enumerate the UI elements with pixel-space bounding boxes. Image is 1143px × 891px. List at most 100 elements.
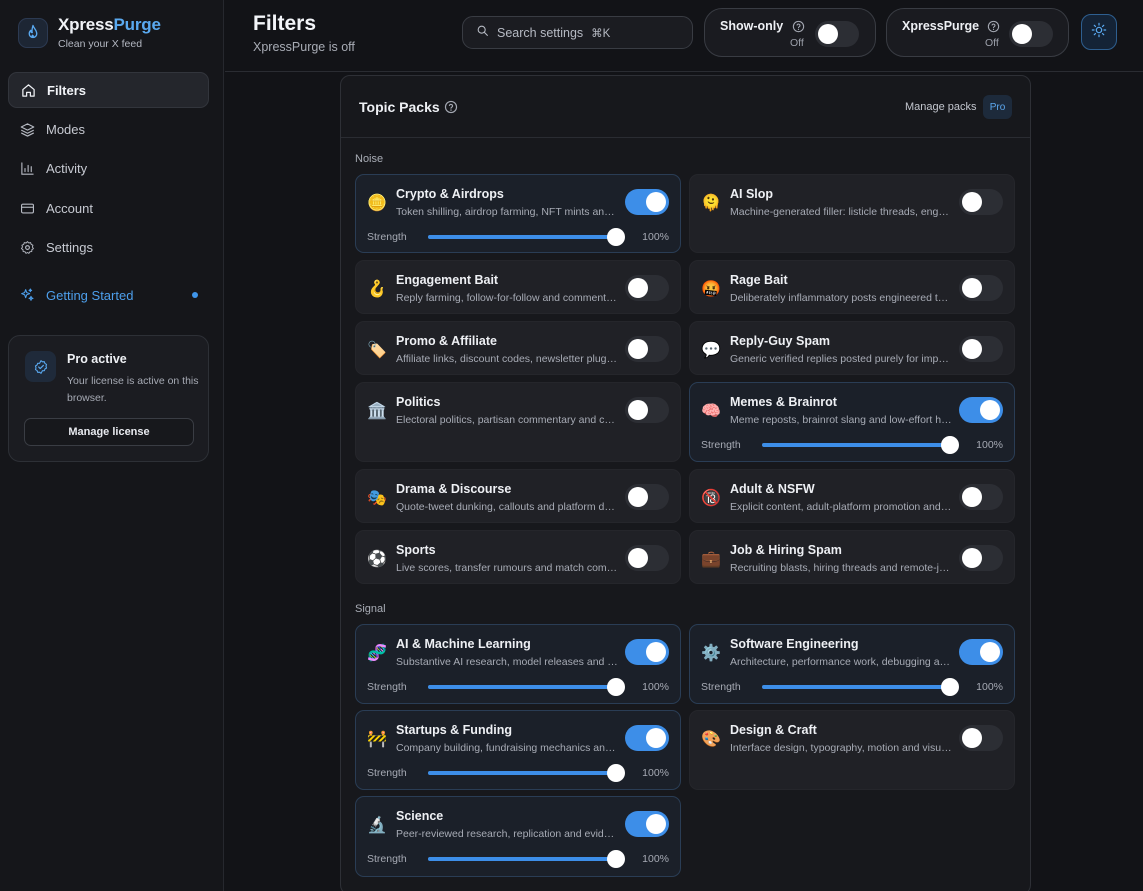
strength-slider-handle[interactable] xyxy=(941,678,959,696)
strength-slider[interactable] xyxy=(428,678,625,696)
strength-fill xyxy=(428,857,616,861)
help-icon[interactable] xyxy=(987,20,1000,33)
strength-label: Strength xyxy=(367,767,407,779)
strength-label: Strength xyxy=(367,681,407,693)
xpresspurge-state: Off xyxy=(985,37,999,49)
strength-slider-handle[interactable] xyxy=(607,228,625,246)
aislop-emoji-icon: 🫠 xyxy=(701,195,721,212)
topic-card-crypto[interactable]: 🪙 Crypto & Airdrops Token shilling, airdro… xyxy=(355,174,681,253)
topic-description: Deliberately inflammatory posts engineer… xyxy=(730,292,952,304)
search-input[interactable]: Search settings ⌘K xyxy=(462,16,693,49)
strength-slider[interactable] xyxy=(762,678,959,696)
strength-slider-handle[interactable] xyxy=(607,678,625,696)
sidebar-item-label: Filters xyxy=(47,82,87,98)
topic-toggle-memes[interactable] xyxy=(959,397,1003,423)
topic-title: Adult & NSFW xyxy=(730,482,815,496)
topic-description: Interface design, typography, motion and… xyxy=(730,742,952,754)
strength-slider[interactable] xyxy=(428,850,625,868)
sidebar-item-settings[interactable]: Settings xyxy=(8,229,209,265)
topic-title: Crypto & Airdrops xyxy=(396,187,504,201)
strength-value: 100% xyxy=(642,231,669,243)
topic-card-memes[interactable]: 🧠 Memes & Brainrot Meme reposts, brainrot … xyxy=(689,382,1015,462)
strength-slider[interactable] xyxy=(428,228,625,246)
topic-toggle-startups[interactable] xyxy=(625,725,669,751)
xpresspurge-label: XpressPurge xyxy=(902,19,980,33)
section-label-signal: Signal xyxy=(355,603,386,615)
brand-name: XpressPurge xyxy=(58,15,161,34)
credit-card-icon xyxy=(19,200,35,216)
topic-card-jobs[interactable]: 💼 Job & Hiring Spam Recruiting blasts, hir… xyxy=(689,530,1015,584)
topic-description: Meme reposts, brainrot slang and low-eff… xyxy=(730,414,952,426)
topic-card-science[interactable]: 🔬 Science Peer-reviewed research, replicat… xyxy=(355,796,681,877)
topic-card-nsfw[interactable]: 🔞 Adult & NSFW Explicit content, adult-pla… xyxy=(689,469,1015,523)
topic-card-sports[interactable]: ⚽ Sports Live scores, transfer rumours and… xyxy=(355,530,681,584)
sports-emoji-icon: ⚽ xyxy=(367,551,387,568)
promo-emoji-icon: 🏷️ xyxy=(367,342,387,359)
topic-toggle-sports[interactable] xyxy=(625,545,669,571)
show-only-toggle[interactable] xyxy=(815,21,859,47)
brand[interactable]: XpressPurge Clean your X feed xyxy=(18,15,161,50)
topic-toggle-politics[interactable] xyxy=(625,397,669,423)
bar-chart-icon xyxy=(19,160,35,176)
topic-toggle-promo[interactable] xyxy=(625,336,669,362)
sidebar-item-modes[interactable]: Modes xyxy=(8,111,209,147)
topic-toggle-jobs[interactable] xyxy=(959,545,1003,571)
theme-toggle-button[interactable] xyxy=(1081,14,1117,50)
sidebar-item-getting-started[interactable]: Getting Started xyxy=(8,277,209,313)
rage-emoji-icon: 🤬 xyxy=(701,281,721,298)
topic-toggle-aislop[interactable] xyxy=(959,189,1003,215)
topic-card-startups[interactable]: 🚧 Startups & Funding Company building, fun… xyxy=(355,710,681,790)
topic-toggle-crypto[interactable] xyxy=(625,189,669,215)
xpresspurge-toggle[interactable] xyxy=(1009,21,1053,47)
topic-title: Drama & Discourse xyxy=(396,482,512,496)
strength-slider[interactable] xyxy=(428,764,625,782)
help-icon[interactable] xyxy=(792,20,805,33)
topic-card-aislop[interactable]: 🫠 AI Slop Machine-generated filler: listic… xyxy=(689,174,1015,253)
topic-description: Substantive AI research, model releases … xyxy=(396,656,618,668)
topic-toggle-swe[interactable] xyxy=(959,639,1003,665)
sidebar-item-activity[interactable]: Activity xyxy=(8,150,209,186)
drama-emoji-icon: 🎭 xyxy=(367,490,387,507)
startups-emoji-icon: 🚧 xyxy=(367,731,387,748)
topic-card-replyguy[interactable]: 💬 Reply-Guy Spam Generic verified replies … xyxy=(689,321,1015,375)
topic-toggle-design[interactable] xyxy=(959,725,1003,751)
strength-fill xyxy=(428,771,616,775)
topic-toggle-science[interactable] xyxy=(625,811,669,837)
strength-fill xyxy=(762,685,950,689)
topic-card-drama[interactable]: 🎭 Drama & Discourse Quote-tweet dunking, c… xyxy=(355,469,681,523)
strength-slider-handle[interactable] xyxy=(941,436,959,454)
replyguy-emoji-icon: 💬 xyxy=(701,342,721,359)
strength-slider-handle[interactable] xyxy=(607,764,625,782)
topic-title: Startups & Funding xyxy=(396,723,512,737)
strength-slider[interactable] xyxy=(762,436,959,454)
sidebar-item-filters[interactable]: Filters xyxy=(8,72,209,108)
strength-slider-handle[interactable] xyxy=(607,850,625,868)
search-placeholder: Search settings xyxy=(497,25,584,40)
topic-card-swe[interactable]: ⚙️ Software Engineering Architecture, perf… xyxy=(689,624,1015,704)
topic-card-ai[interactable]: 🧬 AI & Machine Learning Substantive AI res… xyxy=(355,624,681,704)
pro-badge: Pro xyxy=(983,95,1012,119)
topic-toggle-rage[interactable] xyxy=(959,275,1003,301)
topic-card-design[interactable]: 🎨 Design & Craft Interface design, typogra… xyxy=(689,710,1015,790)
topic-toggle-bait[interactable] xyxy=(625,275,669,301)
sun-icon xyxy=(1091,22,1107,43)
help-icon[interactable] xyxy=(444,100,458,114)
show-only-state: Off xyxy=(790,37,804,49)
topic-toggle-replyguy[interactable] xyxy=(959,336,1003,362)
topic-card-politics[interactable]: 🏛️ Politics Electoral politics, partisan c… xyxy=(355,382,681,462)
topic-title: AI Slop xyxy=(730,187,774,201)
strength-value: 100% xyxy=(642,767,669,779)
strength-label: Strength xyxy=(701,439,741,451)
topic-toggle-ai[interactable] xyxy=(625,639,669,665)
topic-toggle-drama[interactable] xyxy=(625,484,669,510)
topic-card-promo[interactable]: 🏷️ Promo & Affiliate Affiliate links, disc… xyxy=(355,321,681,375)
topic-toggle-nsfw[interactable] xyxy=(959,484,1003,510)
topic-card-bait[interactable]: 🪝 Engagement Bait Reply farming, follow-fo… xyxy=(355,260,681,314)
layers-icon xyxy=(19,121,35,137)
pro-title: Pro active xyxy=(67,352,127,366)
manage-packs-link[interactable]: Manage packs xyxy=(905,101,977,113)
sidebar-item-account[interactable]: Account xyxy=(8,190,209,226)
manage-license-button[interactable]: Manage license xyxy=(24,418,194,446)
topic-card-rage[interactable]: 🤬 Rage Bait Deliberately inflammatory post… xyxy=(689,260,1015,314)
topic-description: Recruiting blasts, hiring threads and re… xyxy=(730,562,952,574)
